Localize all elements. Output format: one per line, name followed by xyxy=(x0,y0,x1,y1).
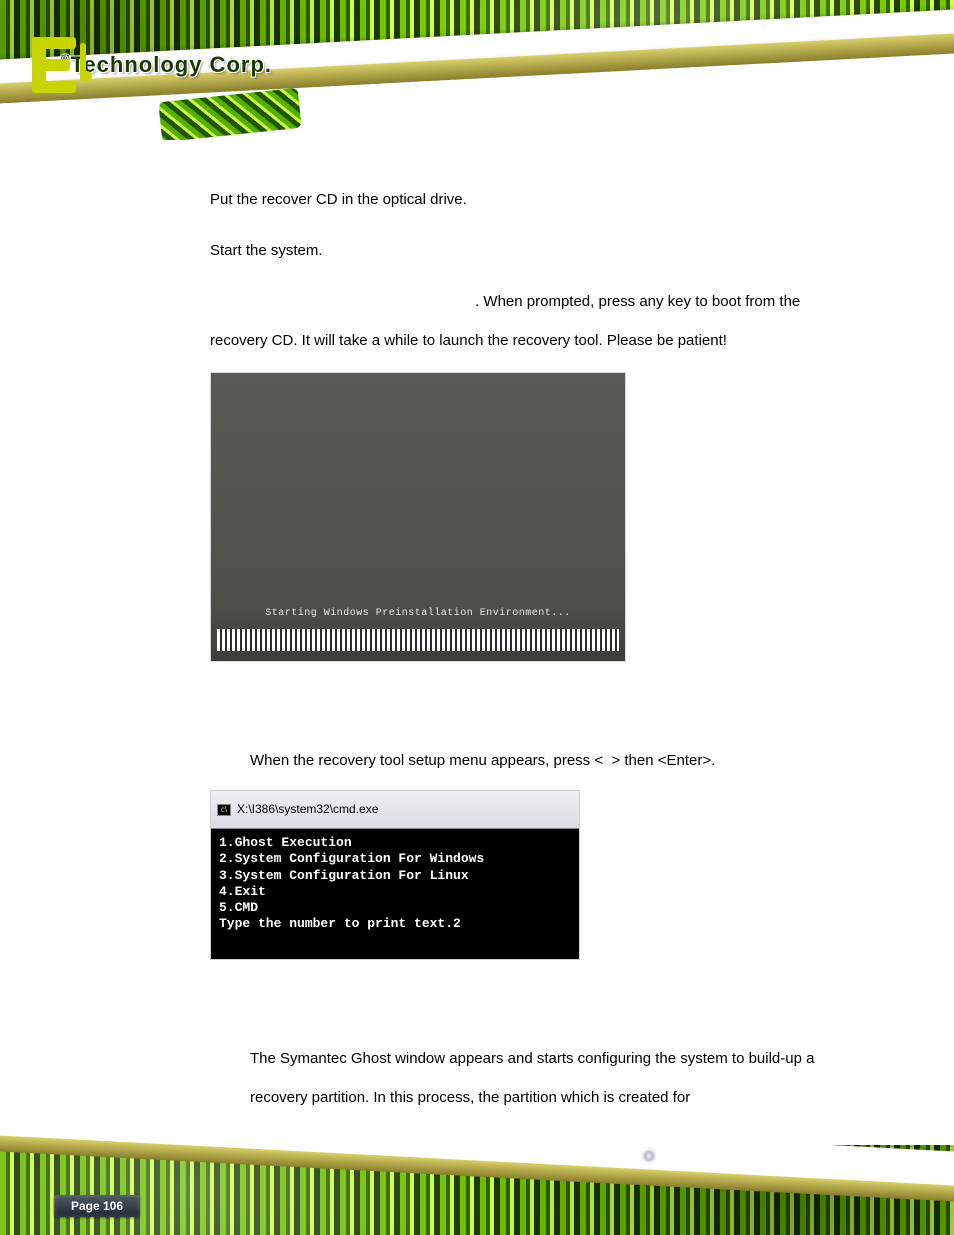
page-header: ®Technology Corp. xyxy=(0,0,954,140)
brand-logo-mark xyxy=(32,37,51,93)
step-5: When the recovery tool setup menu appear… xyxy=(250,741,859,780)
page-number: Page 106 xyxy=(54,1195,140,1217)
step-3: Start the system. xyxy=(210,231,859,270)
step-5-text: When the recovery tool setup menu appear… xyxy=(250,752,715,769)
step-3-text: Start the system. xyxy=(210,242,323,259)
footer-page-capsule: Page 106 xyxy=(54,1195,140,1217)
brand-logo: ®Technology Corp. xyxy=(32,30,272,100)
step-2: Put the recover CD in the optical drive. xyxy=(210,180,859,219)
brand-name: Technology Corp. xyxy=(71,52,272,77)
step-4: The system boots from the recovery CD. W… xyxy=(210,282,859,360)
figure-boot-screen: Starting Windows Preinstallation Environ… xyxy=(210,372,626,662)
page-content: Put the recover CD in the optical drive.… xyxy=(0,140,954,1117)
cmd-body: 1.Ghost Execution 2.System Configuration… xyxy=(211,829,579,959)
cmd-titlebar: c\ X:\I386\system32\cmd.exe xyxy=(211,791,579,829)
step-2-text: Put the recover CD in the optical drive. xyxy=(210,191,467,208)
cmd-icon: c\ xyxy=(217,804,231,816)
brand-logo-text: ®Technology Corp. xyxy=(61,52,272,78)
step-6: The Symantec Ghost window appears and st… xyxy=(250,1039,859,1117)
page-footer: Page 106 xyxy=(0,1125,954,1235)
boot-progress-ticks xyxy=(217,629,619,651)
footer-dot xyxy=(644,1151,654,1161)
figure-cmd-window: c\ X:\I386\system32\cmd.exe 1.Ghost Exec… xyxy=(210,790,580,960)
boot-status-line: Starting Windows Preinstallation Environ… xyxy=(211,601,625,627)
cmd-title: X:\I386\system32\cmd.exe xyxy=(237,794,378,825)
step-6-text: The Symantec Ghost window appears and st… xyxy=(250,1050,814,1106)
